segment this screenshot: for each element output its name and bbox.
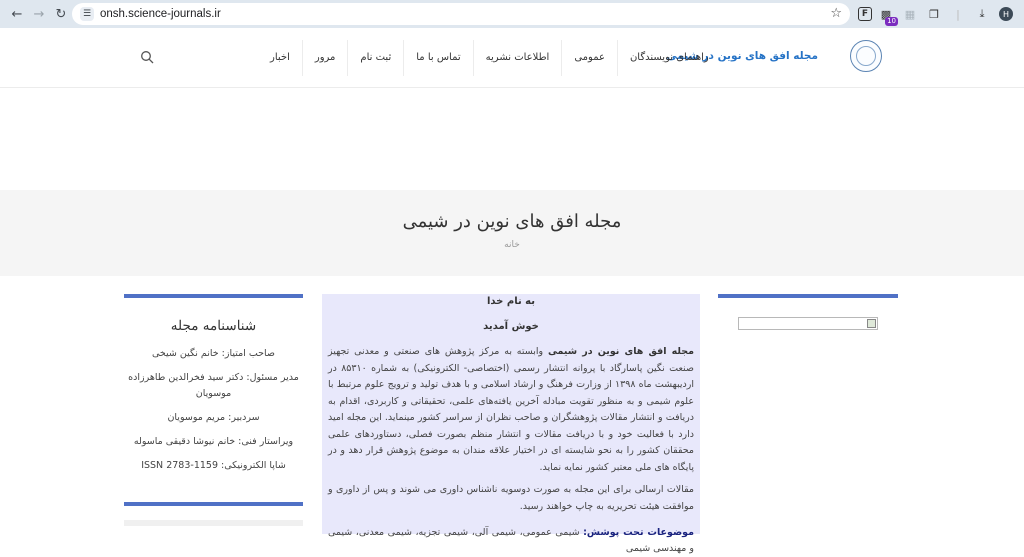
download-icon[interactable]: ⤓ xyxy=(972,4,992,24)
nav-register[interactable]: ثبت نام xyxy=(347,40,403,76)
logo-ring xyxy=(856,46,876,66)
main-nav: راهنمای نویسندگان عمومی اطلاعات نشریه تم… xyxy=(258,40,721,76)
page-hero: مجله افق های نوین در شیمی خانه xyxy=(0,190,1024,276)
broken-image-placeholder[interactable] xyxy=(738,317,878,330)
sidebar-issn: شاپا الکترونیکی: 1159-2783 ISSN xyxy=(141,460,286,471)
browser-toolbar: ← → ↻ ☰ onsh.science-journals.ir ☆ F ▩ 10… xyxy=(0,0,1024,28)
avatar: H xyxy=(999,7,1013,21)
bookmark-star-icon[interactable]: ☆ xyxy=(830,6,842,21)
forward-icon[interactable]: → xyxy=(28,3,50,25)
sidebar-bottom-bar xyxy=(124,502,303,506)
url-text[interactable]: onsh.science-journals.ir xyxy=(100,8,221,20)
separator-icon: | xyxy=(956,7,960,21)
extension-badge: 10 xyxy=(885,17,898,26)
menu-kebab-icon[interactable]: ⋮ xyxy=(1020,4,1024,24)
profile-avatar-button[interactable]: H xyxy=(996,4,1016,24)
breadcrumb-home[interactable]: خانه xyxy=(0,240,1024,250)
welcome-heading: خوش آمدید xyxy=(483,321,539,332)
sidebar-tech-editor: ویراستار فنی: خانم نیوشا دقیقی ماسوله xyxy=(133,436,294,447)
sidebar-director: مدیر مسئول: دکتر سید فخرالدین طاهرزاده م… xyxy=(128,372,299,399)
nav-journal-info[interactable]: اطلاعات نشریه xyxy=(472,40,562,76)
basmala-heading: به نام خدا xyxy=(486,296,536,307)
sidebar-heading: شناسنامه مجله xyxy=(170,318,257,334)
page-title: مجله افق های نوین در شیمی xyxy=(402,211,622,232)
site-header: مجله افق های نوین در شیمی راهنمای نویسند… xyxy=(0,28,1024,88)
journal-id-sidebar: شناسنامه مجله صاحب امتیاز: خانم نگین شیخ… xyxy=(124,294,303,526)
reload-icon[interactable]: ↻ xyxy=(50,3,72,25)
extensions-puzzle-icon[interactable]: ❐ xyxy=(924,4,944,24)
nav-author-guide[interactable]: راهنمای نویسندگان xyxy=(616,40,721,76)
topics-label: موضوعات تحت پوشش: xyxy=(583,527,694,538)
intro-bold: مجله افق های نوین در شیمی xyxy=(547,346,694,357)
extensions-area: F ▩10 ▦ ❐ | ⤓ H ⋮ xyxy=(858,4,1024,26)
sidebar-owner: صاحب امتیاز: خانم نگین شیخی xyxy=(152,348,275,359)
next-widget-edge xyxy=(124,520,303,526)
right-sidebar xyxy=(718,294,898,298)
welcome-content: به نام خدا خوش آمدید مجله افق های نوین د… xyxy=(322,294,700,554)
site-info-icon[interactable]: ☰ xyxy=(80,7,94,21)
journal-logo[interactable] xyxy=(850,40,882,72)
broken-image-icon xyxy=(867,319,876,328)
search-icon[interactable] xyxy=(140,50,154,64)
review-paragraph: مقالات ارسالی برای این مجله به صورت دوسو… xyxy=(328,484,694,512)
grid-extension-icon[interactable]: ▦ xyxy=(900,4,920,24)
journal-id-box: شناسنامه مجله صاحب امتیاز: خانم نگین شیخ… xyxy=(124,298,303,474)
back-icon[interactable]: ← xyxy=(6,3,28,25)
intro-text: وابسته به مرکز پژوهش های صنعتی و معدنی ت… xyxy=(328,346,694,473)
right-top-bar xyxy=(718,294,898,298)
nav-news[interactable]: اخبار xyxy=(258,40,302,76)
extension-f-icon[interactable]: F xyxy=(858,7,872,21)
address-bar[interactable]: ☰ onsh.science-journals.ir ☆ xyxy=(72,3,850,25)
nav-contact[interactable]: تماس با ما xyxy=(403,40,472,76)
nav-general[interactable]: عمومی xyxy=(561,40,617,76)
sidebar-editor: سردبیر: مریم موسویان xyxy=(167,412,260,423)
nav-browse[interactable]: مرور xyxy=(301,40,348,76)
extension-badge-icon[interactable]: ▩ 10 xyxy=(876,4,898,26)
intro-paragraph: مجله افق های نوین در شیمی وابسته به مرکز… xyxy=(328,344,694,476)
